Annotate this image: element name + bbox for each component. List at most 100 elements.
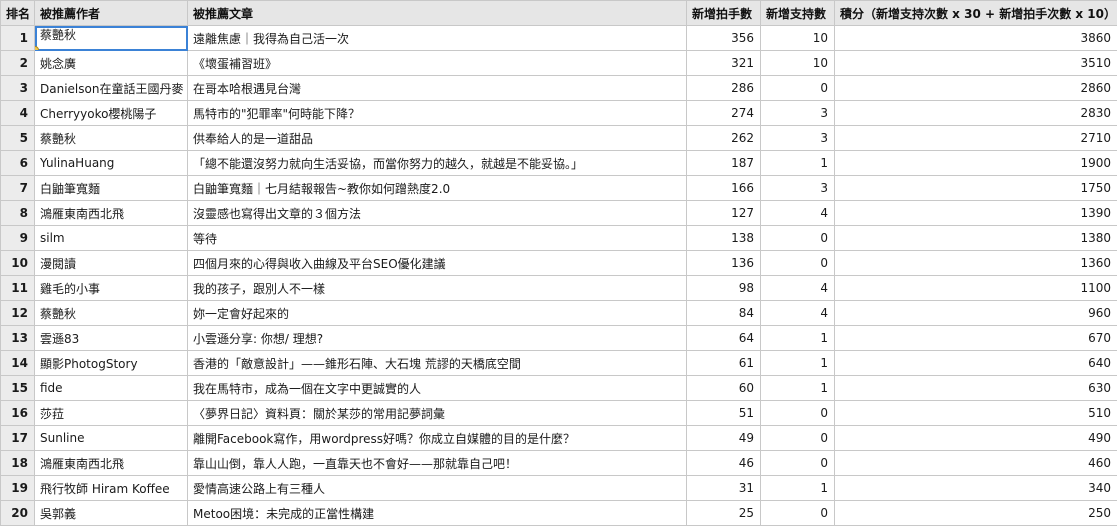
cell-article[interactable]: 我在馬特市，成為一個在文字中更誠實的人 [188,376,687,401]
cell-support[interactable]: 0 [761,451,835,476]
cell-article[interactable]: 我的孩子，跟別人不一樣 [188,276,687,301]
cell-rank[interactable]: 12 [1,301,35,326]
cell-score[interactable]: 640 [835,351,1117,376]
cell-article[interactable]: 《壞蛋補習班》 [188,51,687,76]
cell-support[interactable]: 10 [761,26,835,51]
cell-rank[interactable]: 18 [1,451,35,476]
header-claps[interactable]: 新增拍手數 [687,1,761,26]
cell-score[interactable]: 1750 [835,176,1117,201]
cell-author[interactable]: 飛行牧師 Hiram Koffee [35,476,188,501]
cell-article[interactable]: 離開Facebook寫作，用wordpress好嗎？你成立自媒體的目的是什麼？ [188,426,687,451]
cell-claps[interactable]: 49 [687,426,761,451]
cell-article[interactable]: 供奉給人的是一道甜品 [188,126,687,151]
cell-article[interactable]: 小雲遜分享: 你想/ 理想? [188,326,687,351]
cell-support[interactable]: 1 [761,151,835,176]
cell-rank[interactable]: 11 [1,276,35,301]
cell-claps[interactable]: 187 [687,151,761,176]
cell-rank[interactable]: 13 [1,326,35,351]
cell-claps[interactable]: 262 [687,126,761,151]
cell-article[interactable]: Metoo困境：未完成的正當性構建 [188,501,687,526]
header-rank[interactable]: 排名 [1,1,35,26]
cell-claps[interactable]: 64 [687,326,761,351]
cell-claps[interactable]: 321 [687,51,761,76]
cell-rank[interactable]: 17 [1,426,35,451]
cell-claps[interactable]: 136 [687,251,761,276]
cell-rank[interactable]: 4 [1,101,35,126]
cell-author[interactable]: 姚念廣 [35,51,188,76]
cell-support[interactable]: 0 [761,401,835,426]
cell-claps[interactable]: 31 [687,476,761,501]
cell-rank[interactable]: 9 [1,226,35,251]
cell-support[interactable]: 0 [761,426,835,451]
cell-rank[interactable]: 6 [1,151,35,176]
cell-support[interactable]: 0 [761,501,835,526]
cell-author[interactable]: YulinaHuang [35,151,188,176]
header-score[interactable]: 積分（新增支持次數 x 30 + 新增拍手次數 x 10） [835,1,1117,26]
cell-author[interactable]: Danielson在童話王國丹麥 [35,76,188,101]
cell-support[interactable]: 0 [761,76,835,101]
cell-support[interactable]: 4 [761,201,835,226]
cell-author[interactable]: 雲遜83 [35,326,188,351]
cell-support[interactable]: 0 [761,226,835,251]
cell-claps[interactable]: 98 [687,276,761,301]
cell-claps[interactable]: 46 [687,451,761,476]
cell-rank[interactable]: 5 [1,126,35,151]
cell-article[interactable]: 香港的「敵意設計」——錐形石陣、大石塊 荒謬的天橋底空間 [188,351,687,376]
cell-article[interactable]: 馬特市的"犯罪率"何時能下降？ [188,101,687,126]
cell-article[interactable]: 等待 [188,226,687,251]
cell-article[interactable]: 遠離焦慮｜我得為自己活一次 [188,26,687,51]
cell-rank[interactable]: 7 [1,176,35,201]
cell-score[interactable]: 2860 [835,76,1117,101]
cell-score[interactable]: 960 [835,301,1117,326]
cell-rank[interactable]: 20 [1,501,35,526]
cell-claps[interactable]: 60 [687,376,761,401]
cell-support[interactable]: 4 [761,301,835,326]
cell-claps[interactable]: 166 [687,176,761,201]
cell-score[interactable]: 1380 [835,226,1117,251]
cell-author[interactable]: 雞毛的小事 [35,276,188,301]
cell-support[interactable]: 3 [761,176,835,201]
cell-author[interactable]: 顯影PhotogStory [35,351,188,376]
cell-score[interactable]: 1360 [835,251,1117,276]
header-support[interactable]: 新增支持數 [761,1,835,26]
cell-rank[interactable]: 14 [1,351,35,376]
cell-article[interactable]: 白鼬筆寬麵｜七月結報報告~教你如何蹭熱度2.0 [188,176,687,201]
cell-article[interactable]: 在哥本哈根遇見台灣 [188,76,687,101]
cell-score[interactable]: 1100 [835,276,1117,301]
cell-article[interactable]: 靠山山倒，靠人人跑，一直靠天也不會好——那就靠自己吧！ [188,451,687,476]
cell-score[interactable]: 630 [835,376,1117,401]
cell-score[interactable]: 340 [835,476,1117,501]
header-article[interactable]: 被推薦文章 [188,1,687,26]
cell-support[interactable]: 10 [761,51,835,76]
cell-claps[interactable]: 84 [687,301,761,326]
cell-score[interactable]: 2830 [835,101,1117,126]
cell-rank[interactable]: 2 [1,51,35,76]
cell-score[interactable]: 670 [835,326,1117,351]
cell-author[interactable]: silm [35,226,188,251]
cell-rank[interactable]: 16 [1,401,35,426]
cell-score[interactable]: 3860 [835,26,1117,51]
cell-author[interactable]: Sunline [35,426,188,451]
cell-author[interactable]: 蔡艷秋 [35,26,188,51]
cell-article[interactable]: 沒靈感也寫得出文章的３個方法 [188,201,687,226]
cell-author[interactable]: 鴻雁東南西北飛 [35,451,188,476]
cell-author[interactable]: 莎菈 [35,401,188,426]
cell-author[interactable]: Cherryyoko櫻桃陽子 [35,101,188,126]
cell-score[interactable]: 510 [835,401,1117,426]
cell-claps[interactable]: 138 [687,226,761,251]
cell-score[interactable]: 460 [835,451,1117,476]
cell-score[interactable]: 1390 [835,201,1117,226]
cell-rank[interactable]: 3 [1,76,35,101]
cell-claps[interactable]: 356 [687,26,761,51]
cell-author[interactable]: fide [35,376,188,401]
cell-article[interactable]: 愛情高速公路上有三種人 [188,476,687,501]
cell-support[interactable]: 3 [761,126,835,151]
cell-claps[interactable]: 127 [687,201,761,226]
cell-author[interactable]: 吳郭義 [35,501,188,526]
cell-author[interactable]: 蔡艷秋 [35,126,188,151]
header-author[interactable]: 被推薦作者 [35,1,188,26]
cell-claps[interactable]: 25 [687,501,761,526]
cell-author[interactable]: 鴻雁東南西北飛 [35,201,188,226]
cell-support[interactable]: 1 [761,476,835,501]
cell-score[interactable]: 490 [835,426,1117,451]
